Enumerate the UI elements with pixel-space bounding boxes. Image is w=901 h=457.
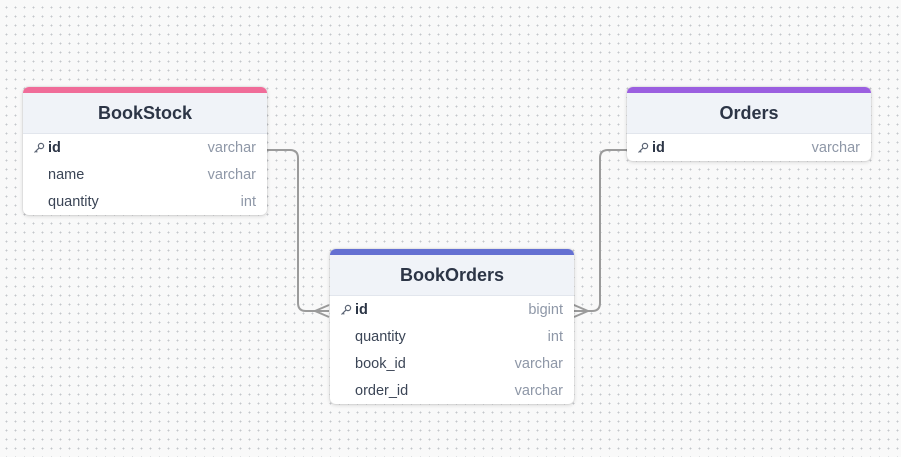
column-row-quantity[interactable]: quantity int [330, 323, 574, 350]
column-name: id [355, 301, 368, 318]
column-list: id bigint quantity int book_id varchar o… [330, 296, 574, 404]
column-name: id [48, 139, 61, 156]
column-name: id [652, 139, 665, 156]
column-row-book-id[interactable]: book_id varchar [330, 350, 574, 377]
column-row-name[interactable]: name varchar [23, 161, 267, 188]
column-row-order-id[interactable]: order_id varchar [330, 377, 574, 404]
column-type: int [547, 328, 563, 345]
column-row-id[interactable]: id varchar [23, 134, 267, 161]
column-type: varchar [811, 139, 860, 156]
column-name: quantity [355, 328, 406, 345]
table-orders[interactable]: Orders id varchar [627, 87, 871, 161]
diagram-canvas[interactable]: BookStock id varchar name varchar quanti… [0, 0, 901, 457]
column-type: varchar [514, 355, 563, 372]
column-row-id[interactable]: id varchar [627, 134, 871, 161]
column-type: varchar [207, 166, 256, 183]
key-icon [340, 304, 355, 316]
column-type: varchar [207, 139, 256, 156]
relation-orders-bookorders[interactable] [574, 149, 627, 312]
table-title[interactable]: BookOrders [330, 255, 574, 296]
crowfoot-many-icon [314, 304, 330, 318]
column-name: book_id [355, 355, 406, 372]
column-row-quantity[interactable]: quantity int [23, 188, 267, 215]
table-bookorders[interactable]: BookOrders id bigint quantity int book_i… [330, 249, 574, 404]
key-icon [637, 142, 652, 154]
column-type: int [240, 193, 256, 210]
table-bookstock[interactable]: BookStock id varchar name varchar quanti… [23, 87, 267, 215]
column-row-id[interactable]: id bigint [330, 296, 574, 323]
column-name: order_id [355, 382, 409, 399]
column-type: varchar [514, 382, 563, 399]
table-title[interactable]: Orders [627, 93, 871, 134]
table-title[interactable]: BookStock [23, 93, 267, 134]
column-name: name [48, 166, 85, 183]
column-name: quantity [48, 193, 99, 210]
column-type: bigint [528, 301, 563, 318]
column-list: id varchar [627, 134, 871, 161]
column-list: id varchar name varchar quantity int [23, 134, 267, 215]
key-icon [33, 142, 48, 154]
relation-bookstock-bookorders[interactable] [267, 149, 329, 312]
crowfoot-many-icon [573, 304, 589, 318]
